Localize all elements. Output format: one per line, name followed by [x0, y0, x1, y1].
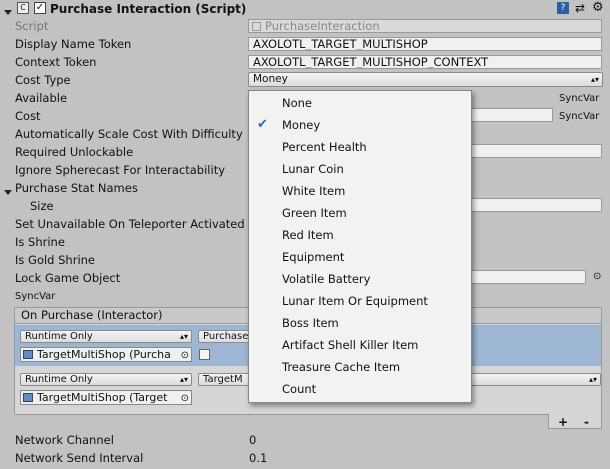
size-label: Size: [30, 199, 54, 213]
add-listener-button[interactable]: +: [558, 416, 568, 430]
network-channel-value[interactable]: 0: [249, 433, 256, 447]
display-name-token-label: Display Name Token: [15, 37, 132, 51]
argument-checkbox[interactable]: [199, 349, 210, 360]
menu-item-label: Money: [282, 118, 321, 132]
script-value: PurchaseInteraction: [265, 19, 380, 33]
menu-item-boss-item[interactable]: Boss Item: [249, 312, 471, 334]
is-gold-shrine-label: Is Gold Shrine: [15, 253, 96, 267]
ignore-spherecast-label: Ignore Spherecast For Interactability: [15, 163, 226, 177]
object-picker-icon[interactable]: ⊙: [593, 271, 601, 282]
object-picker-icon[interactable]: ⊙: [181, 349, 189, 361]
auto-scale-label: Automatically Scale Cost With Difficulty: [15, 127, 243, 141]
menu-item-label: Lunar Item Or Equipment: [282, 294, 428, 308]
menu-item-label: Green Item: [282, 206, 347, 220]
menu-item-percent-health[interactable]: Percent Health: [249, 136, 471, 158]
runtime-mode-select-2[interactable]: Runtime Only ▴▾: [20, 373, 192, 386]
menu-item-equipment[interactable]: Equipment: [249, 246, 471, 268]
menu-item-artifact-shell-killer-item[interactable]: Artifact Shell Killer Item: [249, 334, 471, 356]
context-token-label: Context Token: [15, 55, 97, 69]
menu-item-label: Red Item: [282, 228, 334, 242]
cost-type-menu: None ✔ Money Percent Health Lunar Coin White …: [248, 90, 472, 403]
cost-type-value: Money: [253, 73, 288, 85]
menu-item-label: Percent Health: [282, 140, 367, 154]
script-field[interactable]: PurchaseInteraction: [248, 19, 602, 33]
runtime-mode-value-2: Runtime Only: [25, 374, 93, 385]
set-unavailable-label: Set Unavailable On Teleporter Activated: [15, 217, 245, 231]
event-footer: [548, 414, 602, 429]
lock-game-object-label: Lock Game Object: [15, 271, 121, 285]
network-send-interval-value[interactable]: 0.1: [249, 451, 267, 465]
script-icon: C: [17, 2, 29, 14]
menu-item-label: Boss Item: [282, 316, 339, 330]
object-picker-icon[interactable]: ⊙: [181, 392, 189, 404]
component-title: Purchase Interaction (Script): [50, 2, 247, 16]
menu-item-volatile-battery[interactable]: Volatile Battery: [249, 268, 471, 290]
menu-item-label: Treasure Cache Item: [282, 360, 401, 374]
target-object-value: TargetMultiShop (Purcha: [37, 348, 171, 361]
menu-item-lunar-item-or-equipment[interactable]: Lunar Item Or Equipment: [249, 290, 471, 312]
available-syncvar-tag: SyncVar: [559, 93, 600, 104]
select-arrow-icon: ▴▾: [179, 332, 188, 341]
cost-syncvar-tag: SyncVar: [559, 111, 600, 122]
menu-item-green-item[interactable]: Green Item: [249, 202, 471, 224]
select-arrow-icon: ▴▾: [179, 375, 188, 384]
menu-item-lunar-coin[interactable]: Lunar Coin: [249, 158, 471, 180]
network-send-interval-label: Network Send Interval: [15, 451, 144, 465]
object-icon: [23, 350, 33, 359]
cost-type-label: Cost Type: [15, 73, 71, 87]
menu-item-label: Lunar Coin: [282, 162, 344, 176]
gear-icon[interactable]: ⚙: [592, 0, 604, 15]
dropdown-arrow-icon: ▴▾: [590, 75, 599, 84]
function-value: Purchase: [203, 331, 249, 342]
syncvar-label: SyncVar: [15, 291, 56, 302]
runtime-mode-value: Runtime Only: [25, 331, 93, 342]
target-object-field-2[interactable]: TargetMultiShop (Target ⊙: [20, 390, 192, 405]
runtime-mode-select[interactable]: Runtime Only ▴▾: [20, 330, 192, 343]
display-name-token-input[interactable]: AXOLOTL_TARGET_MULTISHOP: [248, 37, 602, 51]
presets-icon[interactable]: ⇄: [575, 1, 585, 15]
menu-item-label: Equipment: [282, 250, 345, 264]
function-value-2: TargetM: [203, 374, 243, 385]
target-object-value-2: TargetMultiShop (Target: [37, 391, 168, 404]
script-label: Script: [15, 19, 49, 33]
cost-label: Cost: [15, 109, 41, 123]
menu-item-label: White Item: [282, 184, 346, 198]
menu-item-money[interactable]: ✔ Money: [249, 114, 471, 136]
event-title: On Purchase (Interactor): [21, 308, 163, 322]
select-arrow-icon: ▴▾: [588, 375, 597, 384]
is-shrine-label: Is Shrine: [15, 235, 65, 249]
network-channel-label: Network Channel: [15, 433, 114, 447]
menu-item-label: Count: [282, 382, 317, 396]
enabled-checkbox[interactable]: ✓: [34, 2, 46, 14]
available-label: Available: [15, 91, 68, 105]
function-select-2[interactable]: TargetM: [198, 373, 250, 386]
menu-item-treasure-cache-item[interactable]: Treasure Cache Item: [249, 356, 471, 378]
script-file-icon: [252, 22, 261, 31]
help-icon[interactable]: ?: [557, 2, 569, 14]
menu-item-red-item[interactable]: Red Item: [249, 224, 471, 246]
required-unlockable-label: Required Unlockable: [15, 145, 134, 159]
menu-item-label: None: [282, 96, 313, 110]
object-icon: [23, 393, 33, 402]
menu-item-label: Volatile Battery: [282, 272, 371, 286]
menu-item-count[interactable]: Count: [249, 378, 471, 400]
cost-type-dropdown[interactable]: Money ▴▾: [248, 72, 603, 87]
purchase-stat-names-label[interactable]: Purchase Stat Names: [15, 181, 138, 195]
function-select[interactable]: Purchase: [198, 330, 250, 343]
menu-item-label: Artifact Shell Killer Item: [282, 338, 419, 352]
remove-listener-button[interactable]: -: [584, 416, 589, 430]
menu-item-none[interactable]: None: [249, 92, 471, 114]
checkmark-icon: ✔: [257, 117, 268, 132]
target-object-field[interactable]: TargetMultiShop (Purcha ⊙: [20, 347, 192, 362]
context-token-input[interactable]: AXOLOTL_TARGET_MULTISHOP_CONTEXT: [248, 55, 602, 69]
menu-item-white-item[interactable]: White Item: [249, 180, 471, 202]
collapse-arrow-icon[interactable]: [4, 4, 16, 18]
function-select-2-right[interactable]: ▴▾: [470, 373, 601, 386]
component-header: C ✓ Purchase Interaction (Script) ? ⇄ ⚙: [0, 0, 610, 18]
